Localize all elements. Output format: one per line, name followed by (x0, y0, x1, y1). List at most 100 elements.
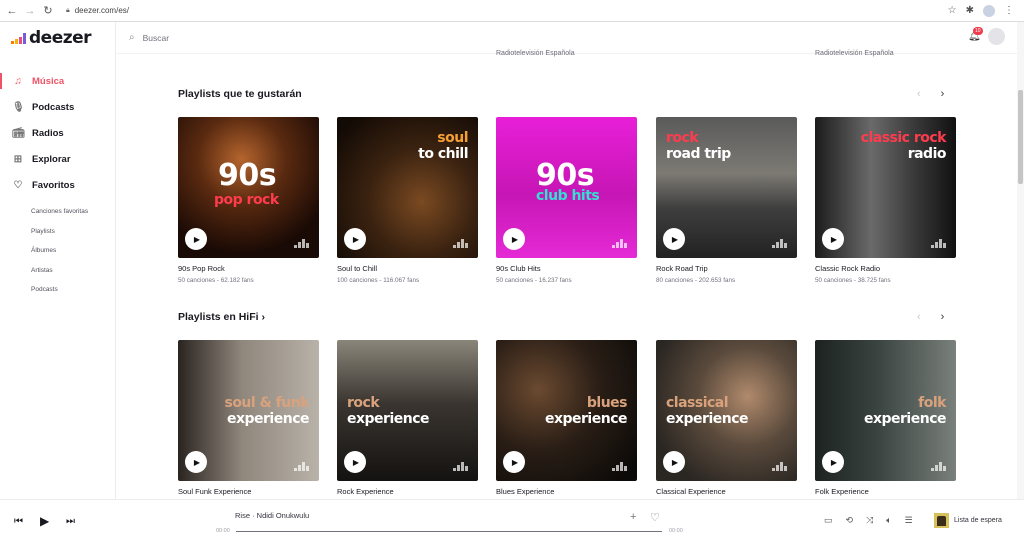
playlist-title[interactable]: Rock Road Trip (656, 264, 797, 273)
playlist-title[interactable]: Soul Funk Experience (178, 487, 319, 496)
sidebar-item-musica[interactable]: ♫ Música (0, 68, 116, 94)
carousel-arrows: ‹ › (917, 88, 944, 100)
playlist-cover[interactable]: soul to chill ▶ (337, 117, 478, 258)
volume-icon[interactable]: 🔈︎ (886, 515, 891, 526)
scrollbar[interactable] (1017, 22, 1024, 499)
playlist-title[interactable]: Folk Experience (815, 487, 956, 496)
play-button[interactable]: ▶ (503, 228, 525, 250)
now-playing-track[interactable]: Rise · Ndidi Onukwulu (235, 511, 309, 520)
previous-track-icon[interactable]: ⏮︎ (14, 516, 23, 527)
play-button[interactable]: ▶ (503, 451, 525, 473)
profile-icon[interactable] (983, 4, 995, 17)
playlist-card[interactable]: folk experience ▶ Folk Experience 50 can… (815, 340, 956, 507)
playlist-title[interactable]: Blues Experience (496, 487, 637, 496)
playlist-subtitle: 50 canciones - 16.237 fans (496, 277, 572, 284)
browser-toolbar: ← → ↻ 🔒︎ deezer.com/es/ ☆ ✱ ⋮ (0, 0, 1024, 22)
sidebar-sub-canciones[interactable]: Canciones favoritas (31, 202, 88, 222)
playlist-cover[interactable]: classic rock radio ▶ (815, 117, 956, 258)
sidebar-item-radios[interactable]: 📻︎ Radios (0, 120, 116, 146)
sidebar-item-label: Música (32, 75, 65, 87)
sidebar-sub-playlists[interactable]: Playlists (31, 222, 88, 242)
sidebar-sub-artistas[interactable]: Artistas (31, 261, 88, 281)
time-total: 00:00 (669, 528, 683, 534)
heart-icon[interactable]: ♡ (650, 511, 660, 524)
progress-bar[interactable] (236, 531, 662, 532)
deezer-logo[interactable]: deezer (11, 28, 92, 48)
play-button[interactable]: ▶ (822, 228, 844, 250)
play-button[interactable]: ▶ (822, 451, 844, 473)
playlist-card[interactable]: rock road trip ▶ Rock Road Trip 80 canci… (656, 117, 797, 284)
sidebar-item-label: Podcasts (32, 101, 75, 113)
playlist-title[interactable]: Classical Experience (656, 487, 797, 496)
play-button[interactable]: ▶ (185, 228, 207, 250)
playlist-cover[interactable]: soul & funk experience ▶ (178, 340, 319, 481)
playlist-cover[interactable]: folk experience ▶ (815, 340, 956, 481)
deezer-bars-icon (453, 239, 468, 248)
playlist-card[interactable]: soul to chill ▶ Soul to Chill 100 cancio… (337, 117, 478, 284)
playlist-title[interactable]: Rock Experience (337, 487, 478, 496)
play-button[interactable]: ▶ (344, 228, 366, 250)
next-track-icon[interactable]: ⏭︎ (66, 516, 75, 527)
playlist-card[interactable]: classical experience ▶ Classical Experie… (656, 340, 797, 507)
playlist-cover[interactable]: 90s club hits ▶ (496, 117, 637, 258)
scrollbar-thumb[interactable] (1018, 90, 1023, 184)
playlist-card[interactable]: classic rock radio ▶ Classic Rock Radio … (815, 117, 956, 284)
playlist-card[interactable]: rock experience ▶ Rock Experience 51 can… (337, 340, 478, 507)
playlist-card[interactable]: 90s pop rock ▶ 90s Pop Rock 50 canciones… (178, 117, 319, 284)
shuffle-icon[interactable]: ⤨ (866, 515, 873, 526)
cast-icon[interactable]: ▭ (824, 515, 833, 526)
carousel-next-button[interactable]: › (941, 311, 945, 323)
playlist-subtitle: 50 canciones - 38.725 fans (815, 277, 891, 284)
playlist-cover[interactable]: rock experience ▶ (337, 340, 478, 481)
reload-icon[interactable]: ↻ (42, 4, 54, 17)
back-icon[interactable]: ← (6, 5, 18, 17)
deezer-bars-icon (612, 239, 627, 248)
grid-icon: ⊞ (13, 153, 23, 165)
playlist-card[interactable]: blues experience ▶ Blues Experience 50 c… (496, 340, 637, 507)
playlist-title[interactable]: Soul to Chill (337, 264, 478, 273)
play-button[interactable]: ▶ (185, 451, 207, 473)
sidebar-item-favoritos[interactable]: ♡ Favoritos (0, 172, 116, 198)
menu-dots-icon[interactable]: ⋮ (1004, 5, 1014, 16)
sidebar-item-explorar[interactable]: ⊞ Explorar (0, 146, 116, 172)
play-button[interactable]: ▶ (663, 451, 685, 473)
play-button[interactable]: ▶ (344, 451, 366, 473)
address-bar[interactable]: 🔒︎ deezer.com/es/ (66, 6, 948, 15)
playlist-cover[interactable]: 90s pop rock ▶ (178, 117, 319, 258)
playlist-title[interactable]: 90s Pop Rock (178, 264, 319, 273)
play-icon: ▶ (671, 457, 679, 467)
search-placeholder: Buscar (142, 32, 170, 43)
star-icon[interactable]: ☆ (948, 5, 957, 16)
play-icon: ▶ (830, 234, 838, 244)
play-icon[interactable]: ▶ (40, 514, 49, 528)
forward-icon[interactable]: → (24, 5, 36, 17)
playlist-card[interactable]: soul & funk experience ▶ Soul Funk Exper… (178, 340, 319, 507)
deezer-bars-icon (453, 462, 468, 471)
playlist-cover[interactable]: blues experience ▶ (496, 340, 637, 481)
playlist-cover[interactable]: classical experience ▶ (656, 340, 797, 481)
cover-title-line2: pop rock (214, 192, 279, 208)
queue-button[interactable]: Lista de espera (934, 513, 1002, 528)
user-avatar[interactable] (988, 28, 1005, 45)
sidebar-sub-podcasts[interactable]: Podcasts (31, 280, 88, 300)
playlist-cover[interactable]: rock road trip ▶ (656, 117, 797, 258)
section-title-playlists-en-hifi[interactable]: Playlists en HiFi › (178, 311, 265, 323)
repeat-icon[interactable]: ⟲ (846, 515, 854, 526)
carousel-next-button[interactable]: › (941, 88, 945, 100)
carousel-prev-button[interactable]: ‹ (917, 311, 921, 323)
sidebar-item-podcasts[interactable]: 🎙︎ Podcasts (0, 94, 116, 120)
playlist-card[interactable]: 90s club hits ▶ 90s Club Hits 50 cancion… (496, 117, 637, 284)
play-button[interactable]: ▶ (663, 228, 685, 250)
cover-title-line1: 90s (218, 158, 277, 193)
extension-icon[interactable]: ✱ (966, 5, 974, 16)
sidebar: deezer ♫ Música 🎙︎ Podcasts 📻︎ Radios ⊞ … (0, 22, 116, 499)
sidebar-sub-albumes[interactable]: Álbumes (31, 241, 88, 261)
search-input[interactable]: ⌕ Buscar (129, 32, 169, 43)
cover-title-line1: 90s (536, 158, 595, 193)
add-to-playlist-icon[interactable]: + (630, 511, 636, 523)
equalizer-icon[interactable]: ☰ (905, 515, 913, 526)
playlist-title[interactable]: 90s Club Hits (496, 264, 637, 273)
playlist-title[interactable]: Classic Rock Radio (815, 264, 956, 273)
notifications-button[interactable]: 🔔︎ 10 (968, 27, 983, 42)
carousel-prev-button[interactable]: ‹ (917, 88, 921, 100)
